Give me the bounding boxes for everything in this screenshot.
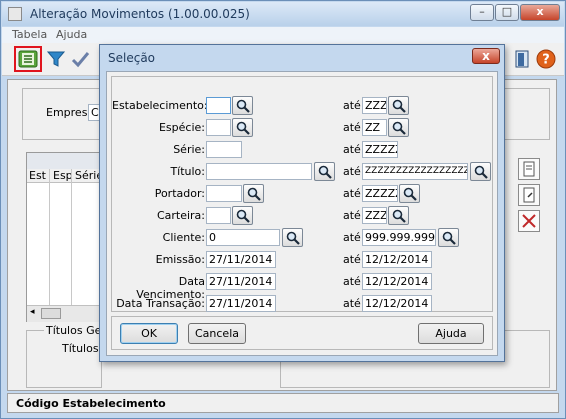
especie-from-input[interactable] <box>206 119 231 136</box>
titulo-label: Título: <box>170 165 205 178</box>
selection-icon[interactable] <box>18 50 38 68</box>
cliente-to-search-icon[interactable] <box>438 228 459 247</box>
emissao-to-input[interactable]: 12/12/2014 <box>362 251 432 268</box>
app-icon <box>8 7 22 21</box>
emissao-label: Emissão: <box>155 253 205 266</box>
titulos-group <box>26 330 102 388</box>
titulo-to-search-icon[interactable] <box>470 162 491 181</box>
delete-icon[interactable] <box>518 210 540 232</box>
portador-label: Portador: <box>154 187 205 200</box>
especie-to-search-icon[interactable] <box>388 118 409 137</box>
filter-icon[interactable] <box>46 49 66 69</box>
grid-header-est[interactable]: Est <box>29 169 46 182</box>
especie-label: Espécie: <box>158 121 205 134</box>
scroll-left-icon[interactable]: ◂ <box>30 307 35 317</box>
estabelecimento-to-search-icon[interactable] <box>388 96 409 115</box>
estabelecimento-to-input[interactable]: ZZZ <box>362 97 387 114</box>
help-icon[interactable]: ? <box>536 49 556 69</box>
cliente-to-input[interactable]: 999.999.999 <box>362 229 436 246</box>
horizontal-scrollbar[interactable]: ◂ <box>27 305 101 322</box>
title-bar: Alteração Movimentos (1.00.00.025) – □ x <box>2 2 564 26</box>
transacao-from-input[interactable]: 27/11/2014 <box>206 295 276 312</box>
portador-from-search-icon[interactable] <box>243 184 264 203</box>
maximize-button[interactable]: □ <box>495 4 519 21</box>
serie-to-input[interactable]: ZZZZZ <box>362 141 398 158</box>
dialog-body: Estabelecimento: até: ZZZ Espécie: até: … <box>106 71 498 356</box>
cliente-from-search-icon[interactable] <box>282 228 303 247</box>
selection-dialog: Seleção x Estabelecimento: até: ZZZ Espé… <box>99 44 505 362</box>
window-title: Alteração Movimentos (1.00.00.025) <box>30 7 250 21</box>
dialog-close-button[interactable]: x <box>472 48 500 64</box>
emissao-from-input[interactable]: 27/11/2014 <box>206 251 276 268</box>
serie-label: Série: <box>173 143 205 156</box>
edit-document-icon[interactable] <box>518 184 540 206</box>
vencimento-to-input[interactable]: 12/12/2014 <box>362 273 432 290</box>
menu-tabela[interactable]: Tabela <box>12 28 47 41</box>
cliente-from-input[interactable]: 0 <box>206 229 280 246</box>
transacao-label: Data Transação: <box>116 297 205 310</box>
grid-header-esp[interactable]: Esp <box>53 169 73 182</box>
status-bar: Código Estabelecimento <box>7 393 559 413</box>
menu-ajuda[interactable]: Ajuda <box>56 28 87 41</box>
fields-group: Estabelecimento: até: ZZZ Espécie: até: … <box>111 76 493 312</box>
titulo-from-search-icon[interactable] <box>314 162 335 181</box>
status-text: Código Estabelecimento <box>16 397 166 410</box>
carteira-label: Carteira: <box>156 209 205 222</box>
movements-grid[interactable]: Est Esp Série ◂ <box>26 152 103 322</box>
transacao-to-input[interactable]: 12/12/2014 <box>362 295 432 312</box>
portador-to-search-icon[interactable] <box>399 184 420 203</box>
minimize-button[interactable]: – <box>470 4 494 21</box>
vencimento-from-input[interactable]: 27/11/2014 <box>206 273 276 290</box>
carteira-to-search-icon[interactable] <box>388 206 409 225</box>
titulo-to-input[interactable]: ZZZZZZZZZZZZZZZZZZZ <box>362 163 468 180</box>
buttons-group: OK Cancela Ajuda <box>111 316 493 350</box>
portador-to-input[interactable]: ZZZZZ <box>362 185 398 202</box>
menu-bar: Tabela Ajuda <box>2 27 564 43</box>
titulo-from-input[interactable] <box>206 163 312 180</box>
ok-button[interactable]: OK <box>120 323 178 344</box>
serie-from-input[interactable] <box>206 141 242 158</box>
carteira-from-input[interactable] <box>206 207 231 224</box>
svg-text:?: ? <box>542 53 550 68</box>
carteira-to-input[interactable]: ZZZ <box>362 207 387 224</box>
estabelecimento-label: Estabelecimento: <box>112 99 208 112</box>
help-button[interactable]: Ajuda <box>418 323 484 344</box>
exit-door-icon[interactable] <box>512 49 532 69</box>
check-icon[interactable] <box>70 49 90 69</box>
carteira-from-search-icon[interactable] <box>232 206 253 225</box>
window-close-button[interactable]: x <box>520 4 560 21</box>
portador-from-input[interactable] <box>206 185 242 202</box>
dialog-title: Seleção <box>108 51 156 65</box>
estabelecimento-from-input[interactable] <box>206 97 231 114</box>
estabelecimento-from-search-icon[interactable] <box>232 96 253 115</box>
especie-to-input[interactable]: ZZ <box>362 119 387 136</box>
cancel-button[interactable]: Cancela <box>188 323 246 344</box>
cliente-label: Cliente: <box>162 231 205 244</box>
especie-from-search-icon[interactable] <box>232 118 253 137</box>
document-icon[interactable] <box>518 158 540 180</box>
